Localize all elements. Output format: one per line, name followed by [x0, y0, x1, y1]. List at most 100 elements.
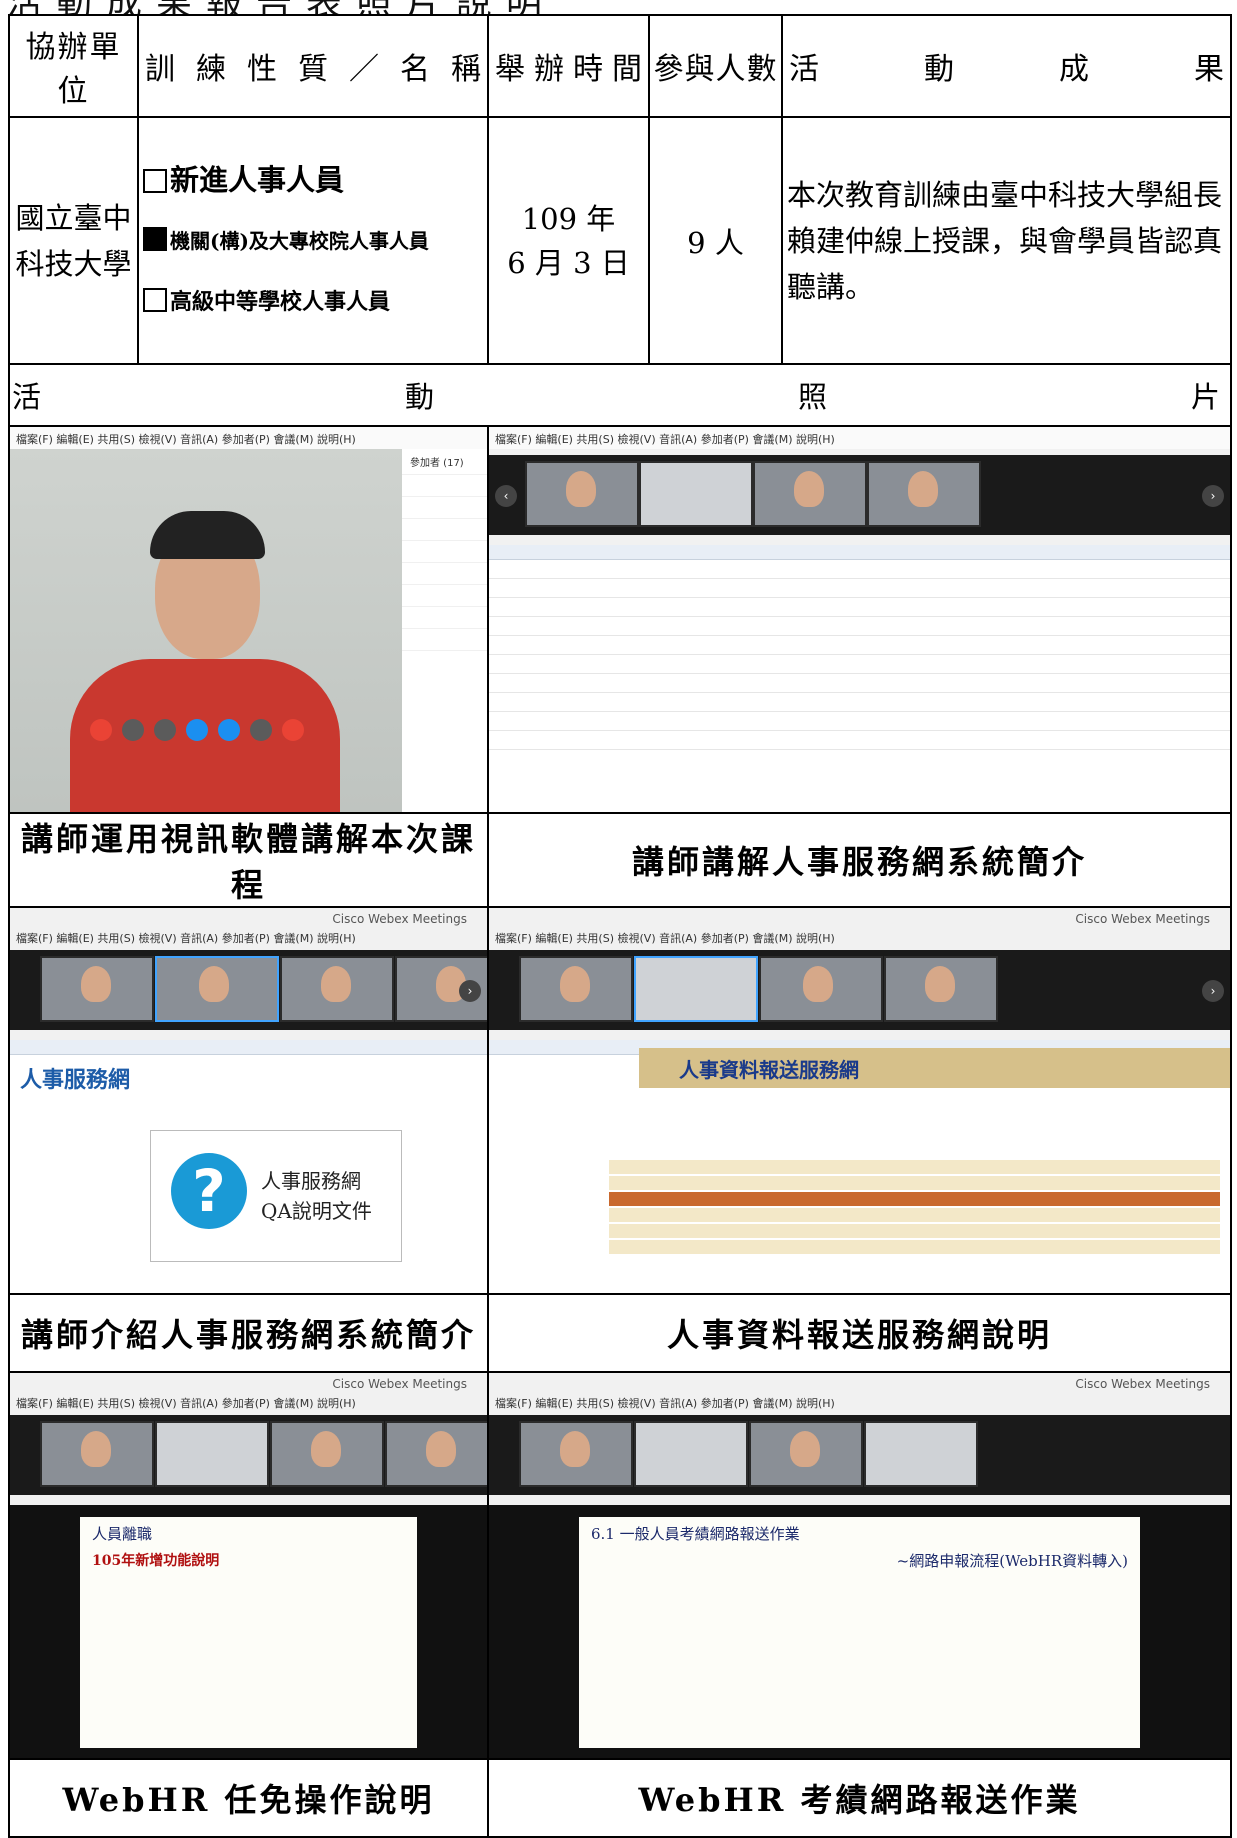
- video-thumb: [634, 1421, 748, 1487]
- participants-panel: 參加者 (17): [402, 449, 487, 812]
- slide-page: 人員離職 105年新增功能說明: [80, 1517, 417, 1748]
- photo-row-2: Cisco Webex Meetings 檔案(F) 編輯(E) 共用(S) 檢…: [8, 906, 1232, 1295]
- list-item: [489, 579, 1230, 598]
- presenter-hair: [150, 511, 265, 559]
- cell-time: 109 年 6 月 3 日: [487, 116, 650, 365]
- unit-line2: 科技大學: [15, 246, 132, 281]
- slide-title: 人員離職: [92, 1525, 153, 1543]
- caption-row-1: 講師運用視訊軟體講解本次課程 講師講解人事服務網系統簡介: [8, 812, 1232, 908]
- slide-title: 6.1 一般人員考績網路報送作業: [591, 1525, 800, 1543]
- prev-arrow-icon: ‹: [495, 485, 517, 507]
- menu-bar: 檔案(F) 編輯(E) 共用(S) 檢視(V) 音訊(A) 參加者(P) 會議(…: [495, 932, 835, 945]
- caption-3: 講師介紹人事服務網系統簡介: [8, 1293, 489, 1373]
- next-arrow-icon: ›: [1202, 485, 1224, 507]
- video-thumb: [525, 461, 639, 527]
- next-arrow-icon: ›: [459, 980, 481, 1002]
- mute-icon: [90, 719, 112, 741]
- photo-webhr-appointment: Cisco Webex Meetings 檔案(F) 編輯(E) 共用(S) 檢…: [10, 1373, 487, 1758]
- video-thumb: [40, 1421, 154, 1487]
- chat-icon: [218, 719, 240, 741]
- caption-row-3: WebHR 任免操作說明 WebHR 考績網路報送作業: [8, 1758, 1232, 1838]
- slide-subtitle: ~網路申報流程(WebHR資料轉入): [896, 1552, 1128, 1570]
- header-unit: 協辦單位: [8, 14, 139, 118]
- menu-bar: 檔案(F) 編輯(E) 共用(S) 檢視(V) 音訊(A) 參加者(P) 會議(…: [10, 427, 487, 449]
- photo-1-cell: 檔案(F) 編輯(E) 共用(S) 檢視(V) 音訊(A) 參加者(P) 會議(…: [8, 425, 489, 814]
- report-title: 人事資料報送服務網: [679, 1058, 859, 1082]
- list-item: [489, 712, 1230, 731]
- checkbox-checked-icon: [143, 226, 167, 251]
- cell-result: 本次教育訓練由臺中科技大學組長賴建仲線上授課，與會學員皆認真聽講。: [781, 116, 1232, 365]
- photo-header: 活動照片: [8, 363, 1232, 427]
- cell-nature: 新進人事人員 機關(構)及大專校院人事人員 高級中等學校人事人員: [137, 116, 489, 365]
- slide-view: 人員離職 105年新增功能說明: [10, 1505, 487, 1758]
- video-thumbnails: ›: [489, 950, 1230, 1030]
- list-item: [489, 731, 1230, 750]
- photo-row-3: Cisco Webex Meetings 檔案(F) 編輯(E) 共用(S) 檢…: [8, 1371, 1232, 1760]
- photo-row-1: 檔案(F) 編輯(E) 共用(S) 檢視(V) 音訊(A) 參加者(P) 會議(…: [8, 425, 1232, 814]
- caption-5: WebHR 任免操作說明: [8, 1758, 489, 1838]
- caption-row-2: 講師介紹人事服務網系統簡介 人事資料報送服務網說明: [8, 1293, 1232, 1373]
- photo-6-cell: Cisco Webex Meetings 檔案(F) 編輯(E) 共用(S) 檢…: [487, 1371, 1232, 1760]
- menu-bar: 檔案(F) 編輯(E) 共用(S) 檢視(V) 音訊(A) 參加者(P) 會議(…: [16, 932, 356, 945]
- app-title: Cisco Webex Meetings: [1075, 1377, 1210, 1391]
- header-result: 活動成果: [781, 14, 1232, 118]
- report-banner: 人事資料報送服務網: [639, 1048, 1230, 1088]
- call-controls: [90, 719, 314, 745]
- video-thumb: [864, 1421, 978, 1487]
- caption-2: 講師講解人事服務網系統簡介: [487, 812, 1232, 908]
- video-thumbnails: ‹ ›: [489, 455, 1230, 535]
- site-title: 人事服務網: [20, 1067, 131, 1093]
- video-thumb: [155, 956, 279, 1022]
- video-thumb: [280, 956, 394, 1022]
- video-thumb: [867, 461, 981, 527]
- time-line1: 109 年: [521, 201, 616, 236]
- photo-report-system: Cisco Webex Meetings 檔案(F) 編輯(E) 共用(S) 檢…: [489, 908, 1230, 1293]
- end-call-icon: [282, 719, 304, 741]
- video-thumb: [759, 956, 883, 1022]
- video-thumb: [270, 1421, 384, 1487]
- caption-4: 人事資料報送服務網說明: [487, 1293, 1232, 1373]
- more-icon: [250, 719, 272, 741]
- video-thumb: [753, 461, 867, 527]
- camera-icon: [122, 719, 144, 741]
- list-item: [489, 693, 1230, 712]
- caption-1: 講師運用視訊軟體講解本次課程: [8, 812, 489, 908]
- video-thumb: [385, 1421, 487, 1487]
- list-item: [489, 598, 1230, 617]
- video-thumb: [639, 461, 753, 527]
- address-bar: [10, 1040, 487, 1055]
- slide-page: 6.1 一般人員考績網路報送作業 ~網路申報流程(WebHR資料轉入): [579, 1517, 1140, 1748]
- share-icon: [154, 719, 176, 741]
- qa-title-line1: 人事服務網: [261, 1169, 361, 1193]
- cell-unit: 國立臺中 科技大學: [8, 116, 139, 365]
- question-icon: ?: [171, 1153, 247, 1229]
- browser-window: [489, 545, 1230, 812]
- list-item: [489, 655, 1230, 674]
- cell-people: 9 人: [648, 116, 783, 365]
- photo-hr-portal: Cisco Webex Meetings 檔案(F) 編輯(E) 共用(S) 檢…: [10, 908, 487, 1293]
- video-thumb: [884, 956, 998, 1022]
- app-title: Cisco Webex Meetings: [1075, 912, 1210, 926]
- app-title: Cisco Webex Meetings: [332, 1377, 467, 1391]
- photo-3-cell: Cisco Webex Meetings 檔案(F) 編輯(E) 共用(S) 檢…: [8, 906, 489, 1295]
- data-row: 國立臺中 科技大學 新進人事人員 機關(構)及大專校院人事人員 高級中等學校人事…: [8, 116, 1232, 365]
- next-arrow-icon: ›: [1202, 980, 1224, 1002]
- video-thumb: [519, 1421, 633, 1487]
- app-title: Cisco Webex Meetings: [332, 912, 467, 926]
- video-thumb: [519, 956, 633, 1022]
- option-agency-staff: 機關(構)及大專校院人事人員: [143, 209, 487, 270]
- activity-report-table: 協辦單位 訓練性質／名稱 舉辦時間 參與人數 活動成果 國立臺中 科技大學 新進…: [8, 14, 1232, 1838]
- option-highschool-staff: 高級中等學校人事人員: [143, 270, 487, 331]
- option-new-staff: 新進人事人員: [143, 151, 487, 209]
- browser-window: 人事資料報送服務網: [489, 1040, 1230, 1293]
- slide-view: 6.1 一般人員考績網路報送作業 ~網路申報流程(WebHR資料轉入): [489, 1505, 1230, 1758]
- photo-video-call: 檔案(F) 編輯(E) 共用(S) 檢視(V) 音訊(A) 參加者(P) 會議(…: [10, 427, 487, 812]
- header-time: 舉辦時間: [487, 14, 650, 118]
- list-item: [489, 560, 1230, 579]
- unit-line1: 國立臺中: [15, 200, 132, 235]
- header-nature: 訓練性質／名稱: [137, 14, 489, 118]
- menu-bar: 檔案(F) 編輯(E) 共用(S) 檢視(V) 音訊(A) 參加者(P) 會議(…: [495, 1397, 835, 1410]
- checkbox-icon: [143, 287, 167, 312]
- video-thumb: [40, 956, 154, 1022]
- checkbox-icon: [143, 168, 167, 193]
